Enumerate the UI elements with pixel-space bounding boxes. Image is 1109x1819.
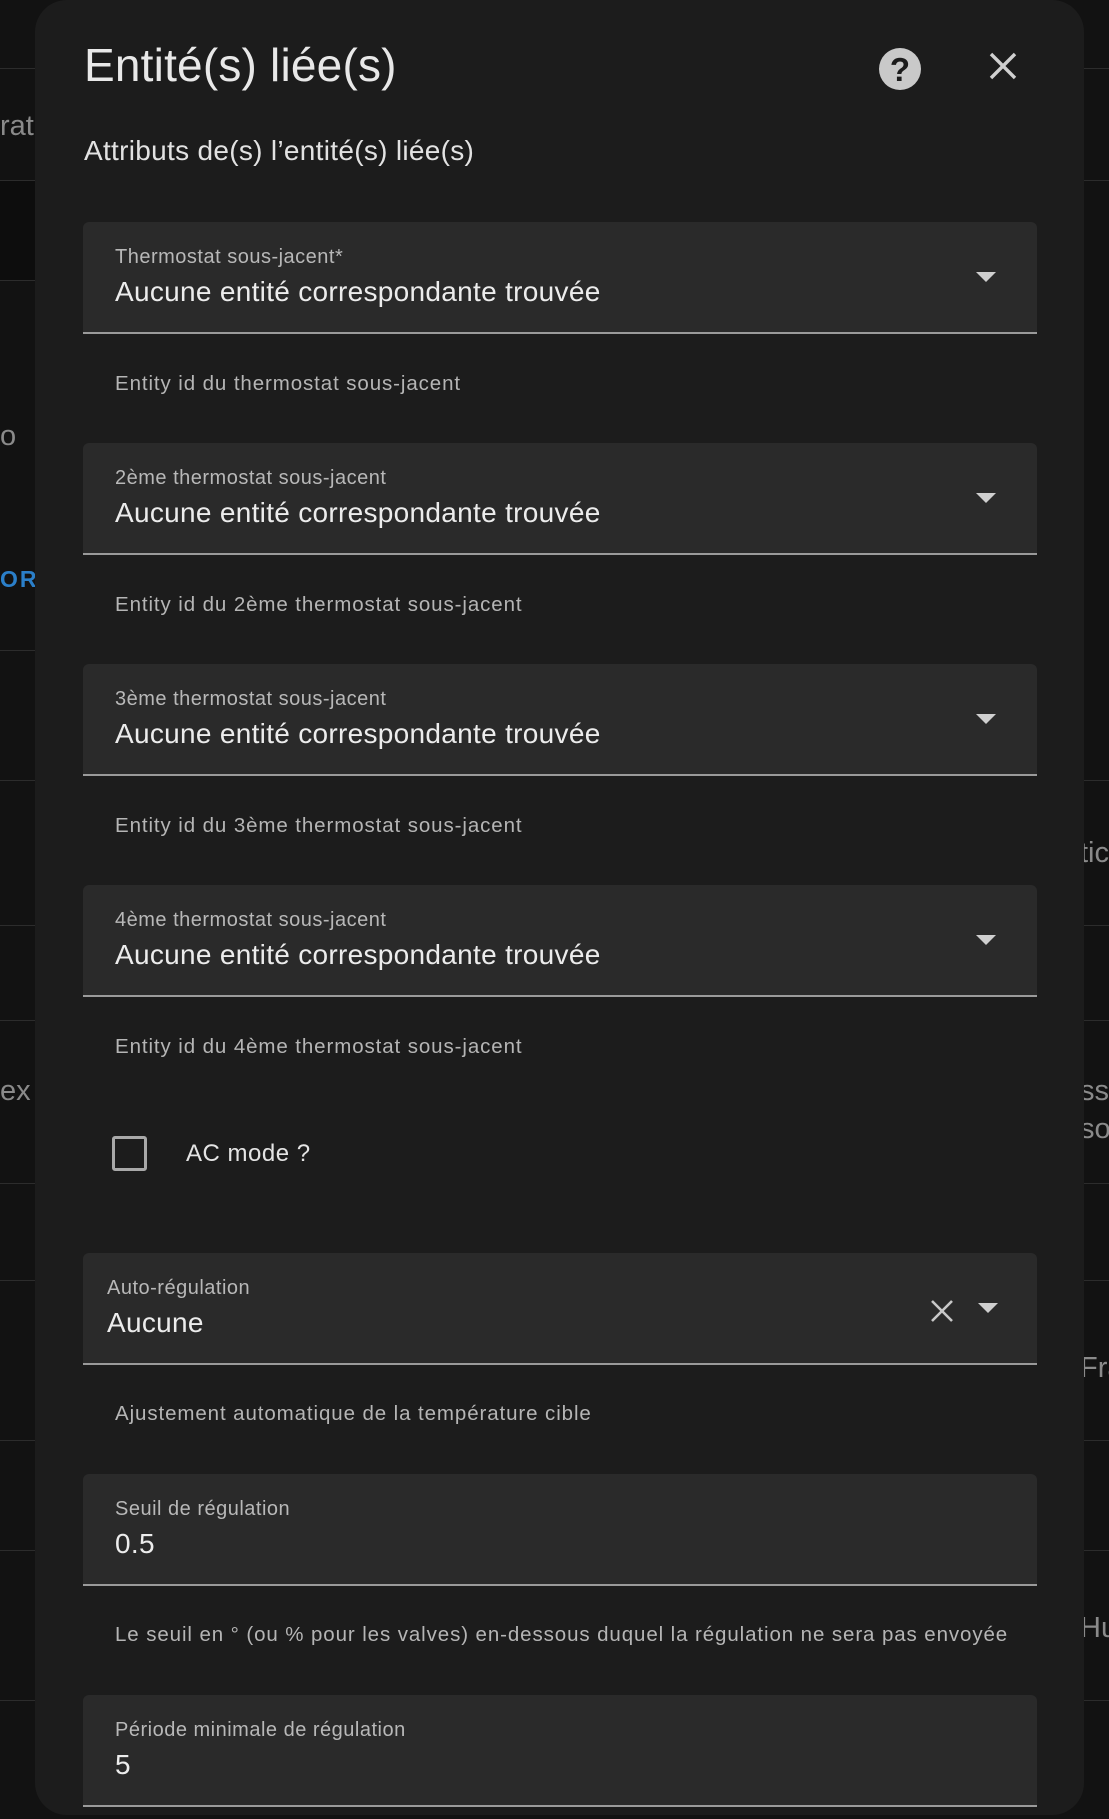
ac-mode-label[interactable]: AC mode ? <box>186 1140 311 1168</box>
field-label: Période minimale de régulation <box>115 1719 406 1741</box>
help-glyph: ? <box>889 50 911 88</box>
field-label: Seuil de régulation <box>115 1498 291 1520</box>
field-label: 2ème thermostat sous-jacent <box>115 467 387 489</box>
min-regulation-period-field[interactable]: Période minimale de régulation 5 <box>83 1695 1037 1807</box>
chevron-down-icon[interactable] <box>976 935 996 945</box>
background-divider <box>1080 1700 1109 1701</box>
chevron-down-icon[interactable] <box>976 493 996 503</box>
background-text-fragment: o <box>0 420 17 452</box>
helper-text: Ajustement automatique de la température… <box>115 1402 592 1425</box>
thermostat-2-select[interactable]: 2ème thermostat sous-jacent Aucune entit… <box>83 443 1037 555</box>
field-value: 5 <box>115 1749 131 1780</box>
background-text-fragment: Fra <box>1080 1352 1109 1384</box>
background-divider <box>1080 1440 1109 1441</box>
background-divider <box>1080 180 1109 181</box>
thermostat-3-select[interactable]: 3ème thermostat sous-jacent Aucune entit… <box>83 664 1037 776</box>
field-label: 4ème thermostat sous-jacent <box>115 909 387 931</box>
linked-entities-dialog: Entité(s) liée(s) ? Attributs de(s) l’en… <box>35 0 1084 1815</box>
ac-mode-checkbox[interactable] <box>112 1136 147 1171</box>
background-text-fragment: tic <box>1080 837 1109 869</box>
thermostat-1-select[interactable]: Thermostat sous-jacent* Aucune entité co… <box>83 222 1037 334</box>
background-divider <box>0 1700 40 1701</box>
background-divider <box>1080 1550 1109 1551</box>
background-divider <box>1080 1183 1109 1184</box>
helper-text: Entity id du 4ème thermostat sous-jacent <box>115 1035 523 1058</box>
field-value: Aucune <box>107 1307 204 1338</box>
background-text-fragment: ex <box>0 1075 31 1107</box>
field-value: Aucune entité correspondante trouvée <box>115 718 601 749</box>
chevron-down-icon[interactable] <box>976 272 996 282</box>
helper-text: Le seuil en ° (ou % pour les valves) en-… <box>115 1623 1009 1646</box>
background-divider <box>0 68 40 69</box>
field-value: Aucune entité correspondante trouvée <box>115 497 601 528</box>
field-label: Thermostat sous-jacent* <box>115 246 344 268</box>
help-icon[interactable]: ? <box>879 48 921 90</box>
clear-icon[interactable] <box>929 1298 955 1324</box>
background-divider <box>0 1440 40 1441</box>
field-label: Auto-régulation <box>107 1277 251 1299</box>
regulation-threshold-field[interactable]: Seuil de régulation 0.5 <box>83 1474 1037 1586</box>
field-value: 0.5 <box>115 1528 155 1559</box>
chevron-down-icon[interactable] <box>978 1303 998 1313</box>
background-divider <box>0 1550 40 1551</box>
background-divider <box>1080 780 1109 781</box>
field-value: Aucune entité correspondante trouvée <box>115 276 601 307</box>
background-divider <box>1080 1020 1109 1021</box>
background-divider <box>0 780 40 781</box>
auto-regulation-select[interactable]: Auto-régulation Aucune <box>83 1253 1037 1365</box>
thermostat-4-select[interactable]: 4ème thermostat sous-jacent Aucune entit… <box>83 885 1037 997</box>
chevron-down-icon[interactable] <box>976 714 996 724</box>
background-panel <box>0 180 40 280</box>
background-divider <box>1080 925 1109 926</box>
close-icon[interactable] <box>983 46 1023 86</box>
background-divider <box>0 180 40 181</box>
field-label: 3ème thermostat sous-jacent <box>115 688 387 710</box>
field-value: Aucune entité correspondante trouvée <box>115 939 601 970</box>
background-divider <box>1080 1280 1109 1281</box>
background-text-fragment: ss <box>1080 1075 1109 1107</box>
background-divider <box>0 1020 40 1021</box>
background-divider <box>0 925 40 926</box>
background-divider <box>0 280 40 281</box>
background-text-fragment: so <box>1080 1113 1109 1145</box>
section-title: Attributs de(s) l’entité(s) liée(s) <box>84 135 475 166</box>
background-divider <box>0 650 40 651</box>
background-text-fragment: rat <box>0 110 34 142</box>
background-divider <box>1080 68 1109 69</box>
helper-text: Entity id du 2ème thermostat sous-jacent <box>115 593 523 616</box>
helper-text: Entity id du 3ème thermostat sous-jacent <box>115 814 523 837</box>
background-text-fragment: Hu <box>1080 1612 1109 1644</box>
helper-text: Entity id du thermostat sous-jacent <box>115 372 461 395</box>
background-divider <box>0 1183 40 1184</box>
dialog-title: Entité(s) liée(s) <box>84 39 397 91</box>
background-divider <box>0 1280 40 1281</box>
background-link-fragment: OR <box>0 566 39 592</box>
